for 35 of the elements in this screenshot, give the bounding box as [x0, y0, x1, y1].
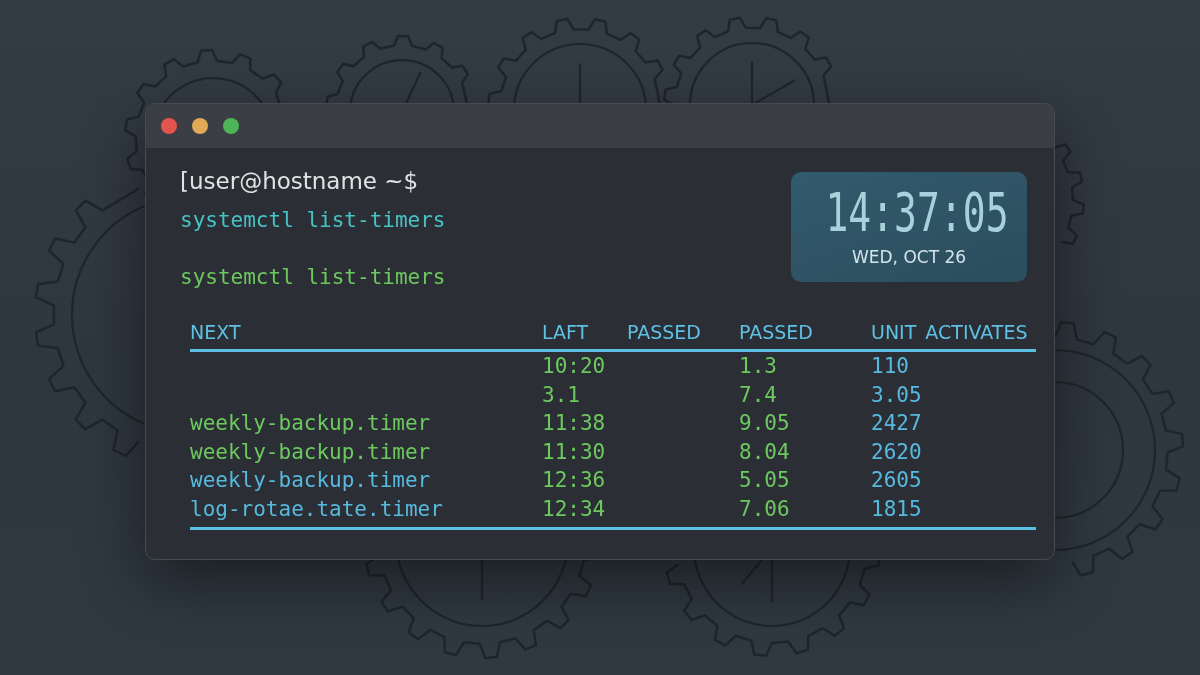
- table-cell: 8.04: [739, 438, 790, 465]
- table-cell: 10:20: [542, 353, 606, 380]
- clock-date: WED, OCT 26: [851, 246, 967, 268]
- table-cell: 2620: [871, 438, 922, 465]
- table-cell: 11:30: [542, 438, 606, 465]
- table-cell: 9.05: [739, 410, 790, 437]
- table-cell: 2427: [871, 410, 922, 437]
- table-cell: 7.06: [739, 495, 790, 522]
- table-cell: 1815: [871, 495, 922, 522]
- maximize-button[interactable]: [223, 118, 239, 134]
- table-cell: 11:38: [542, 410, 606, 437]
- table-cell: weekly-backup.timer: [190, 410, 431, 437]
- table-cell: 5.05: [739, 467, 790, 494]
- table-cell: 7.4: [739, 381, 777, 408]
- minimize-button[interactable]: [192, 118, 208, 134]
- table-cell: weekly-backup.timer: [190, 467, 431, 494]
- table-cell: 12:34: [542, 495, 606, 522]
- table-cell: log-rotae.tate.timer: [190, 495, 443, 522]
- clock-time: 14:37:05: [825, 184, 1009, 242]
- table-cell: 12:36: [542, 467, 606, 494]
- table-cell: 1.3: [739, 353, 777, 380]
- table-cell: 2605: [871, 467, 922, 494]
- table-cell: weekly-backup.timer: [190, 438, 431, 465]
- close-button[interactable]: [161, 118, 177, 134]
- table-cell: 110: [871, 353, 909, 380]
- column-header: NEXT: [190, 320, 241, 345]
- column-header: PASSED: [627, 320, 701, 345]
- shell-prompt: [user@hostname ~$: [180, 167, 419, 195]
- table-cell: 3.05: [871, 381, 922, 408]
- column-header: LAFT: [542, 320, 589, 345]
- table-cell: 3.1: [542, 381, 580, 408]
- command-text: systemctl list-timers: [180, 207, 446, 234]
- column-header: UNIT ACTIVATES: [871, 320, 1028, 345]
- command-text: systemctl list-timers: [180, 264, 446, 291]
- column-header: PASSED: [739, 320, 813, 345]
